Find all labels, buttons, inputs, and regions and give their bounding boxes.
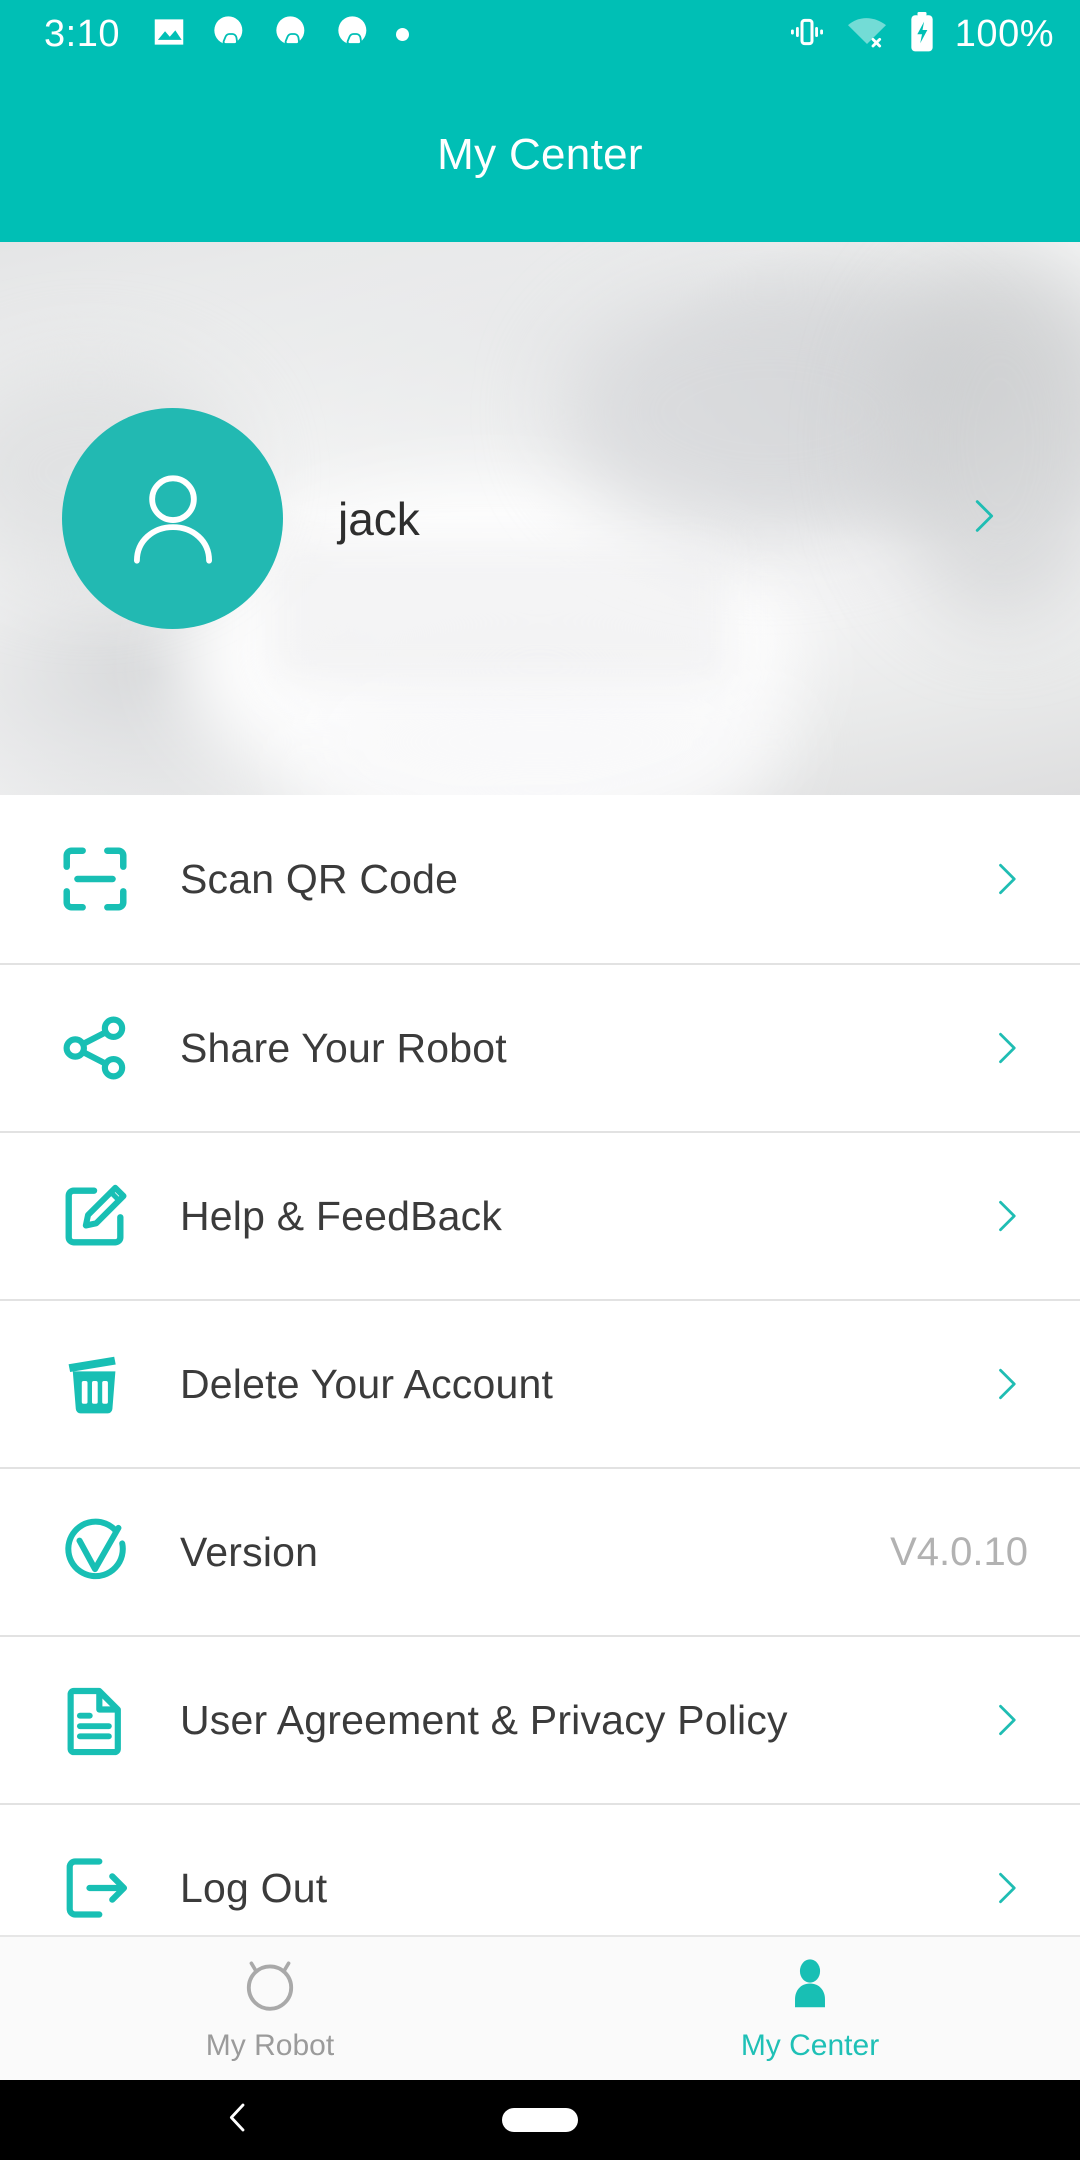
- menu-item-share-your-robot[interactable]: Share Your Robot: [0, 963, 1080, 1131]
- qr-scan-icon: [52, 836, 138, 922]
- person-icon: [133, 474, 212, 564]
- status-bar-clock: 3:10: [44, 12, 120, 55]
- version-value: V4.0.10: [890, 1529, 1028, 1574]
- avatar[interactable]: [62, 408, 283, 629]
- menu-item-delete-your-account[interactable]: Delete Your Account: [0, 1299, 1080, 1467]
- status-bar-system-icons: 100%: [787, 11, 1054, 58]
- wifi-off-icon: [845, 12, 889, 57]
- share-icon: [52, 1005, 138, 1091]
- chevron-right-icon[interactable]: [960, 493, 1006, 544]
- status-bar: 3:10 100%: [0, 0, 1080, 68]
- nav-item-my-center[interactable]: My Center: [540, 1937, 1080, 2080]
- chevron-right-icon[interactable]: [984, 1698, 1028, 1742]
- logout-icon: [52, 1845, 138, 1931]
- profile-username: jack: [338, 492, 420, 545]
- android-navigation-bar: [0, 2080, 1080, 2160]
- chevron-right-icon[interactable]: [984, 1026, 1028, 1070]
- chevron-right-icon[interactable]: [984, 857, 1028, 901]
- trash-icon: [52, 1341, 138, 1427]
- battery-percent-label: 100%: [954, 12, 1054, 55]
- vibrate-icon: [787, 12, 827, 57]
- chevron-right-icon[interactable]: [984, 1866, 1028, 1910]
- menu-item-label: Scan QR Code: [180, 855, 459, 902]
- menu-item-version[interactable]: Version V4.0.10: [0, 1467, 1080, 1635]
- menu-item-user-agreement-privacy-policy[interactable]: User Agreement & Privacy Policy: [0, 1635, 1080, 1803]
- menu-item-label: Delete Your Account: [180, 1360, 554, 1407]
- chevron-right-icon[interactable]: [984, 1194, 1028, 1238]
- nav-item-label: My Center: [740, 2029, 880, 2062]
- menu-item-scan-qr-code[interactable]: Scan QR Code: [0, 795, 1080, 963]
- document-icon: [52, 1677, 138, 1763]
- status-bar-notification-icons: [150, 12, 409, 57]
- image-icon: [150, 13, 188, 56]
- home-pill-icon[interactable]: [502, 2108, 578, 2132]
- notification-icon: [272, 12, 312, 57]
- nav-item-label: My Robot: [205, 2029, 335, 2062]
- menu-item-label: Log Out: [180, 1864, 328, 1911]
- app-screen: 3:10 100% My Center jack Scan QR Code Sh…: [0, 0, 1080, 2160]
- back-chevron-icon[interactable]: [218, 2098, 258, 2143]
- app-title-bar: My Center: [0, 68, 1080, 242]
- menu-item-help-and-feedback[interactable]: Help & FeedBack: [0, 1131, 1080, 1299]
- page-title: My Center: [437, 130, 643, 179]
- profile-row[interactable]: jack: [0, 242, 1080, 795]
- menu-item-label: Version: [180, 1528, 319, 1575]
- bottom-navigation-bar: My Robot My Center: [0, 1935, 1080, 2080]
- menu-item-label: Help & FeedBack: [180, 1192, 503, 1239]
- person-filled-icon: [779, 1954, 841, 2021]
- menu-item-label: User Agreement & Privacy Policy: [180, 1696, 788, 1743]
- notification-icon: [210, 12, 250, 57]
- chevron-right-icon[interactable]: [984, 1362, 1028, 1406]
- edit-square-icon: [52, 1173, 138, 1259]
- settings-menu-list: Scan QR Code Share Your Robot Help & Fee…: [0, 795, 1080, 1971]
- dot-icon: [395, 27, 409, 41]
- menu-item-label: Share Your Robot: [180, 1024, 507, 1071]
- version-check-icon: [52, 1509, 138, 1595]
- robot-vacuum-icon: [239, 1954, 301, 2021]
- nav-item-my-robot[interactable]: My Robot: [0, 1937, 540, 2080]
- notification-icon: [334, 12, 374, 57]
- battery-charging-icon: [907, 11, 937, 58]
